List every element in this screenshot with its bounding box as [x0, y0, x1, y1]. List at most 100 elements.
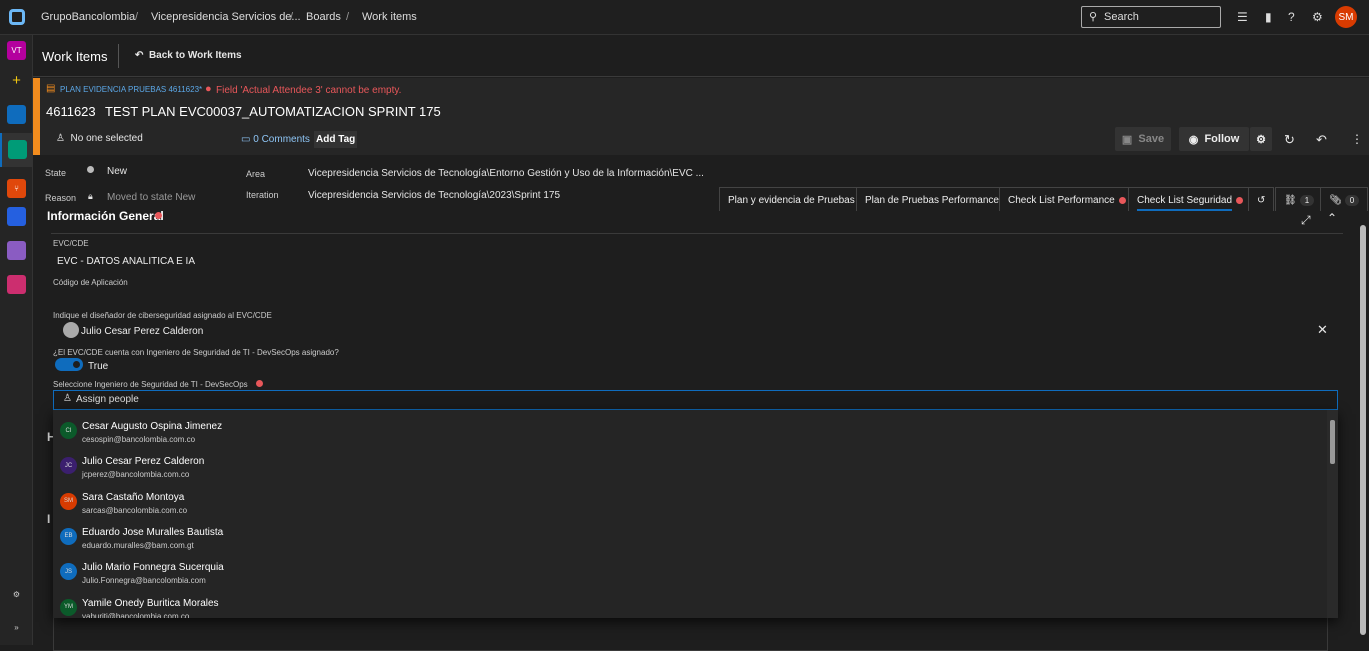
people-suggestions: CI Cesar Augusto Ospina Jimenez cesospin@b… — [53, 410, 1338, 618]
work-item-type-color-bar — [33, 78, 40, 155]
comments-link[interactable]: ▭ 0 Comments — [241, 134, 310, 145]
person-email: sarcas@bancolombia.com.co — [82, 505, 188, 515]
more-actions-icon[interactable]: ⋮ — [1351, 132, 1363, 146]
devsecops-toggle[interactable] — [55, 358, 83, 371]
person-avatar: YM — [60, 598, 77, 616]
left-nav: VT + ⑂ ⚙ » — [0, 35, 33, 645]
back-label: Back to Work Items — [148, 50, 242, 61]
work-item-header: ▤ PLAN EVIDENCIA PRUEBAS 4611623* ● Fiel… — [33, 78, 1369, 155]
follow-settings-button[interactable]: ⚙ — [1250, 127, 1272, 151]
person-email: cesospin@bancolombia.com.co — [82, 435, 196, 444]
overview-icon[interactable] — [7, 105, 26, 124]
page-title: Work Items — [42, 49, 108, 64]
save-button[interactable]: ▣ Save — [1115, 127, 1171, 151]
task-list-icon[interactable]: ☰ — [1237, 10, 1248, 24]
tab-history[interactable]: ↺ — [1248, 187, 1275, 211]
breadcrumb-work-items[interactable]: Work items — [362, 11, 417, 23]
comments-count: 0 Comments — [253, 134, 310, 145]
reason-value: Moved to state New — [107, 192, 196, 203]
person-suggestion[interactable]: JC Julio Cesar Perez Calderon jcperez@banc… — [53, 450, 1323, 485]
refresh-icon[interactable]: ↻ — [1284, 132, 1295, 148]
user-avatar[interactable]: SM — [1335, 6, 1357, 28]
tab-attachments[interactable]: 📎︎ 0 — [1320, 187, 1369, 211]
person-name: Cesar Augusto Ospina Jimenez — [82, 421, 223, 432]
person-avatar: CI — [60, 422, 77, 439]
area-field[interactable]: Vicepresidencia Servicios de Tecnología\… — [308, 168, 704, 179]
error-icon: ● — [205, 83, 212, 95]
tab-plan-evidencia[interactable]: Plan y evidencia de Pruebas — [719, 187, 864, 211]
assignee-value: No one selected — [70, 133, 143, 144]
breadcrumb-separator: / — [346, 11, 350, 23]
links-count: 1 — [1299, 195, 1315, 206]
work-item-title[interactable]: TEST PLAN EVC00037_AUTOMATIZACION SPRINT… — [105, 104, 441, 119]
test-plans-icon[interactable] — [7, 241, 26, 260]
marketplace-bag-icon[interactable]: ▮ — [1265, 10, 1272, 24]
clear-icon[interactable]: ✕ — [1317, 322, 1328, 338]
state-dropdown[interactable]: New — [107, 166, 127, 177]
iteration-label: Iteration — [246, 190, 279, 200]
person-suggestion[interactable]: JS Julio Mario Fonnegra Sucerquia Julio.Fo… — [53, 556, 1323, 591]
artifacts-icon[interactable] — [7, 275, 26, 294]
state-label: State — [45, 168, 67, 178]
work-item-id: 4611623 — [46, 104, 96, 119]
breadcrumb-org[interactable]: GrupoBancolombia — [41, 11, 135, 23]
pipelines-icon[interactable] — [7, 207, 26, 226]
person-suggestion[interactable]: SM Sara Castaño Montoya sarcas@bancolombia… — [53, 486, 1323, 521]
tab-links[interactable]: ⛓ 1 — [1275, 187, 1324, 211]
follow-label: Follow — [1204, 133, 1240, 145]
iteration-field[interactable]: Vicepresidencia Servicios de Tecnología\… — [308, 190, 560, 201]
person-avatar-icon — [63, 322, 79, 338]
breadcrumb-boards[interactable]: Boards — [306, 11, 341, 23]
search-input[interactable]: ⚲ Search — [1081, 6, 1221, 28]
person-icon: ♙ — [63, 393, 72, 404]
add-icon[interactable]: + — [7, 71, 26, 90]
person-suggestion[interactable]: YM Yamile Onedy Buritica Morales yaburiti@… — [53, 592, 1323, 619]
reason-label: Reason — [45, 193, 77, 203]
person-email: Julio.Fonnegra@bancolombia.com — [82, 576, 206, 586]
attachment-icon: 📎︎ — [1329, 195, 1342, 206]
undo-icon[interactable]: ↶ — [1316, 132, 1327, 148]
user-settings-icon[interactable]: ⚙ — [1312, 10, 1323, 24]
evc-field[interactable]: EVC - DATOS ANALITICA E IA — [57, 256, 195, 267]
add-tag-button[interactable]: Add Tag — [314, 131, 358, 148]
attachments-count: 0 — [1344, 195, 1360, 206]
person-avatar: JC — [60, 457, 77, 475]
breadcrumb-separator: / — [290, 11, 294, 23]
assign-people-input[interactable]: ♙ Assign people — [53, 390, 1338, 410]
person-suggestion[interactable]: EB Eduardo Jose Muralles Bautista eduardo.… — [53, 521, 1323, 556]
link-icon: ⛓ — [1284, 195, 1297, 206]
project-settings-icon[interactable]: ⚙ — [7, 585, 26, 604]
page-scrollbar[interactable] — [1357, 211, 1369, 645]
repos-icon[interactable]: ⑂ — [7, 179, 26, 198]
follow-button[interactable]: ◉ Follow — [1179, 127, 1249, 151]
person-email: yaburiti@bancolombia.com.co — [82, 611, 190, 619]
back-arrow-icon: ↶ — [135, 50, 144, 61]
tab-label: Check List Seguridad — [1137, 195, 1233, 211]
tab-checklist-seguridad[interactable]: Check List Seguridad — [1128, 187, 1253, 211]
person-name: Yamile Onedy Buritica Morales — [82, 597, 219, 609]
breadcrumb-separator: / — [135, 11, 139, 23]
dropdown-scrollbar[interactable] — [1327, 410, 1338, 618]
tab-checklist-performance[interactable]: Check List Performance — [999, 187, 1135, 211]
expand-nav-icon[interactable]: » — [7, 618, 26, 637]
expand-icon[interactable]: ⤢ — [1301, 213, 1311, 228]
person-name: Julio Mario Fonnegra Sucerquia — [82, 562, 224, 574]
assignee-picker[interactable]: ♙ No one selected — [56, 133, 143, 144]
collapse-chevron-icon[interactable]: ⌃ — [1327, 211, 1337, 225]
help-icon[interactable]: ? — [1288, 10, 1295, 24]
work-item-type-label: PLAN EVIDENCIA PRUEBAS 4611623* — [60, 85, 203, 94]
person-name: Eduardo Jose Muralles Bautista — [82, 526, 224, 538]
error-dot-icon — [1236, 196, 1244, 204]
tab-label: Plan y evidencia de Pruebas — [728, 195, 855, 206]
project-avatar[interactable]: VT — [7, 41, 26, 60]
select-devsecops-label: Seleccione Ingeniero de Seguridad de TI … — [53, 380, 248, 389]
disenador-field[interactable]: Julio Cesar Perez Calderon — [81, 326, 203, 337]
person-suggestion[interactable]: CI Cesar Augusto Ospina Jimenez cesospin@b… — [53, 415, 1323, 450]
back-button[interactable]: ↶ Back to Work Items — [135, 50, 242, 61]
breadcrumb-project[interactable]: Vicepresidencia Servicios de... — [151, 11, 301, 23]
top-bar: GrupoBancolombia / Vicepresidencia Servi… — [0, 0, 1369, 35]
disenador-label: Indique el diseñador de ciberseguridad a… — [53, 311, 272, 320]
boards-nav-item[interactable] — [0, 133, 33, 167]
tab-plan-performance[interactable]: Plan de Pruebas Performance — [856, 187, 1008, 211]
azure-devops-logo-icon[interactable] — [9, 9, 25, 25]
